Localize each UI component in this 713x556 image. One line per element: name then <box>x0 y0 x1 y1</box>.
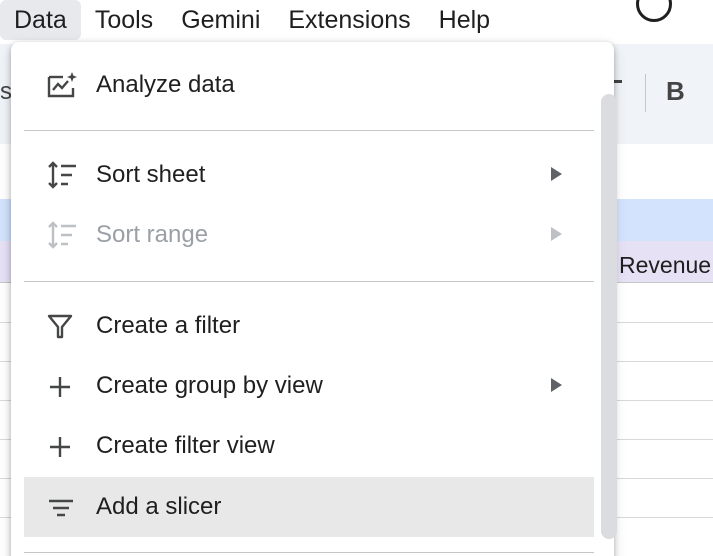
menu-gemini[interactable]: Gemini <box>167 0 274 40</box>
menu-data[interactable]: Data <box>0 0 81 40</box>
slicer-icon <box>46 493 80 521</box>
submenu-arrow-icon <box>551 227 562 241</box>
menu-bar: Data Tools Gemini Extensions Help <box>0 0 713 44</box>
menu-item-label: Create filter view <box>96 432 275 459</box>
revenue-cell[interactable]: Revenue <box>619 252 711 279</box>
sort-icon <box>46 221 80 249</box>
plus-icon <box>46 372 80 400</box>
submenu-arrow-icon <box>551 167 562 181</box>
menu-help[interactable]: Help <box>425 0 504 40</box>
sort-icon <box>46 161 80 189</box>
menu-item-add-slicer[interactable]: Add a slicer <box>24 477 594 537</box>
menu-item-label: Add a slicer <box>96 493 222 520</box>
analyze-data-icon <box>46 71 80 99</box>
menu-item-label: Create group by view <box>96 372 323 399</box>
data-menu-dropdown: Analyze data Sort sheet Sort range Creat… <box>11 42 617 556</box>
menu-tools[interactable]: Tools <box>81 0 167 40</box>
menu-item-label: Sort sheet <box>96 161 206 188</box>
menu-item-sort-sheet[interactable]: Sort sheet <box>24 145 594 205</box>
menu-divider <box>24 281 594 282</box>
menu-divider <box>24 130 594 131</box>
menu-item-create-filter-view[interactable]: Create filter view <box>24 416 594 476</box>
menu-extensions[interactable]: Extensions <box>274 0 424 40</box>
menu-item-label: Analyze data <box>96 71 235 98</box>
menu-item-create-group-by-view[interactable]: Create group by view <box>24 356 594 416</box>
menu-scrollbar[interactable] <box>601 94 617 539</box>
menu-item-sort-range: Sort range <box>24 205 594 265</box>
filter-icon <box>46 312 80 340</box>
menu-item-label: Create a filter <box>96 312 241 339</box>
menu-item-analyze-data[interactable]: Analyze data <box>24 55 594 115</box>
bold-button[interactable]: B <box>666 76 685 107</box>
submenu-arrow-icon <box>551 378 562 392</box>
plus-icon <box>46 432 80 460</box>
menu-item-create-filter[interactable]: Create a filter <box>24 296 594 356</box>
toolbar-separator <box>645 74 646 112</box>
menu-divider <box>24 552 594 553</box>
menu-item-label: Sort range <box>96 221 209 248</box>
